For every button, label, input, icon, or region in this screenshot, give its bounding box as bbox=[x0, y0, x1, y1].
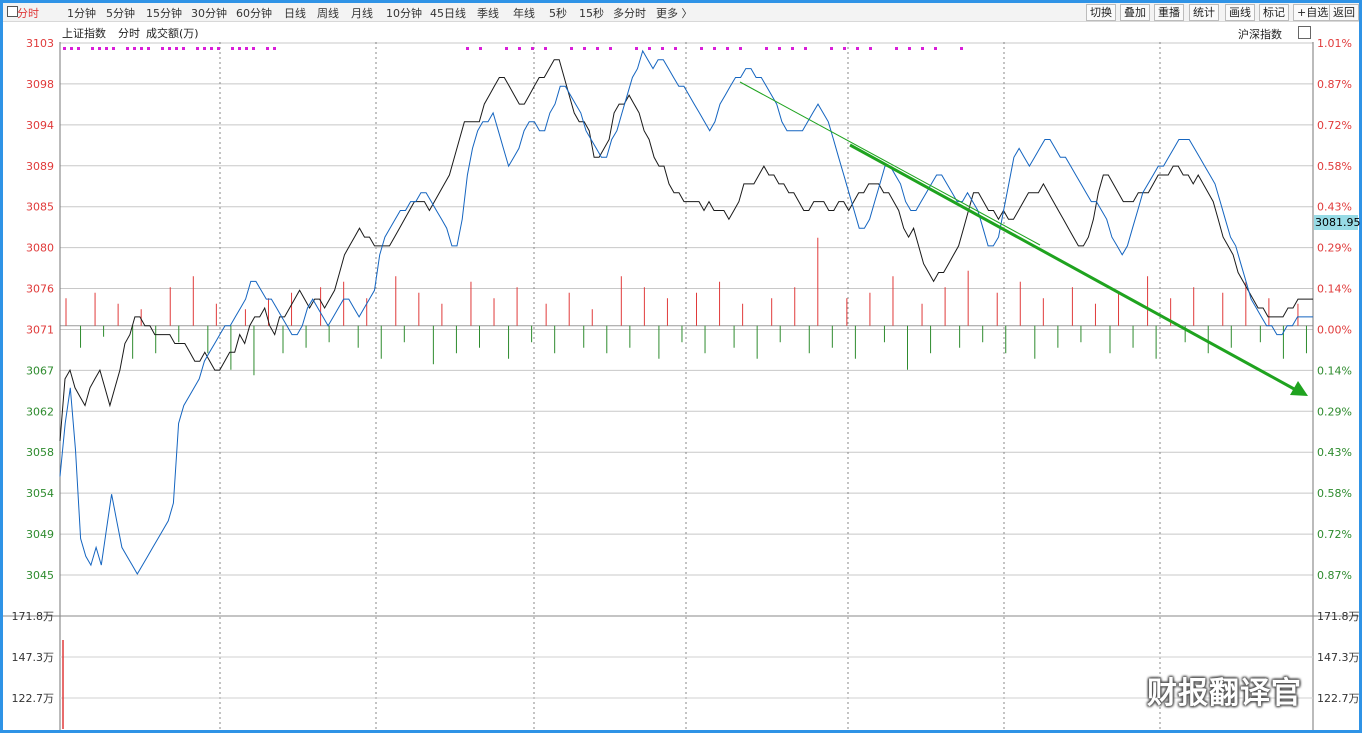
signal-marker bbox=[231, 47, 234, 50]
y-pct-tick-label: 0.29% bbox=[1317, 242, 1352, 255]
watermark: 财报翻译官 bbox=[1147, 676, 1302, 711]
signal-marker bbox=[245, 47, 248, 50]
signal-marker bbox=[700, 47, 703, 50]
signal-marker bbox=[196, 47, 199, 50]
y-pct-tick-label: 0.87% bbox=[1317, 569, 1352, 582]
signal-marker bbox=[596, 47, 599, 50]
signal-marker bbox=[713, 47, 716, 50]
signal-marker bbox=[739, 47, 742, 50]
signal-marker bbox=[635, 47, 638, 50]
y-pct-tick-label: 0.72% bbox=[1317, 528, 1352, 541]
signal-marker bbox=[91, 47, 94, 50]
signal-marker bbox=[726, 47, 729, 50]
signal-marker bbox=[778, 47, 781, 50]
y-tick-label: 3089 bbox=[26, 160, 54, 173]
signal-marker bbox=[98, 47, 101, 50]
y-pct-tick-label: 0.43% bbox=[1317, 446, 1352, 459]
trend-line-thin bbox=[739, 81, 1041, 246]
y-tick-label: 3045 bbox=[26, 569, 54, 582]
signal-marker bbox=[609, 47, 612, 50]
signal-marker bbox=[273, 47, 276, 50]
signal-marker bbox=[203, 47, 206, 50]
y-pct-tick-label: 0.14% bbox=[1317, 283, 1352, 296]
volume-tick-label-right: 147.3万 bbox=[1317, 651, 1360, 664]
y-pct-tick-label: 0.58% bbox=[1317, 160, 1352, 173]
signal-marker bbox=[105, 47, 108, 50]
signal-marker bbox=[252, 47, 255, 50]
y-pct-tick-label: 1.01% bbox=[1317, 37, 1352, 50]
volume-tick-label-right: 171.8万 bbox=[1317, 610, 1360, 623]
y-pct-tick-label: 0.43% bbox=[1317, 201, 1352, 214]
volume-tick-label: 122.7万 bbox=[12, 692, 55, 705]
signal-marker bbox=[960, 47, 963, 50]
signal-marker bbox=[869, 47, 872, 50]
y-tick-label: 3103 bbox=[26, 37, 54, 50]
signal-marker bbox=[133, 47, 136, 50]
signal-marker bbox=[217, 47, 220, 50]
volume-tick-label-right: 122.7万 bbox=[1317, 692, 1360, 705]
signal-marker bbox=[895, 47, 898, 50]
signal-marker bbox=[505, 47, 508, 50]
current-value-tag: 3081.95 bbox=[1314, 215, 1361, 230]
signal-marker bbox=[830, 47, 833, 50]
y-pct-tick-label: 0.00% bbox=[1317, 323, 1352, 336]
signal-marker bbox=[804, 47, 807, 50]
signal-marker bbox=[210, 47, 213, 50]
signal-marker bbox=[648, 47, 651, 50]
signal-marker bbox=[531, 47, 534, 50]
y-tick-label: 3094 bbox=[26, 119, 54, 132]
y-pct-tick-label: 0.14% bbox=[1317, 364, 1352, 377]
signal-marker bbox=[674, 47, 677, 50]
signal-marker bbox=[921, 47, 924, 50]
signal-marker bbox=[147, 47, 150, 50]
signal-marker bbox=[479, 47, 482, 50]
y-tick-label: 3076 bbox=[26, 283, 54, 296]
trend-arrow bbox=[849, 143, 1297, 392]
y-pct-tick-label: 0.72% bbox=[1317, 119, 1352, 132]
signal-marker bbox=[466, 47, 469, 50]
y-tick-label: 3067 bbox=[26, 364, 54, 377]
signal-marker bbox=[661, 47, 664, 50]
intraday-chart[interactable]: 3103 1.01% 3098 0.87% 3094 0.72% 3089 0.58% 3085… bbox=[0, 0, 1362, 733]
y-tick-label: 3054 bbox=[26, 487, 54, 500]
signal-marker bbox=[175, 47, 178, 50]
y-tick-label: 3058 bbox=[26, 446, 54, 459]
signal-marker bbox=[112, 47, 115, 50]
signal-marker bbox=[934, 47, 937, 50]
signal-marker bbox=[238, 47, 241, 50]
y-tick-label: 3098 bbox=[26, 78, 54, 91]
signal-marker bbox=[126, 47, 129, 50]
signal-marker bbox=[765, 47, 768, 50]
signal-marker bbox=[77, 47, 80, 50]
y-pct-tick-label: 0.29% bbox=[1317, 405, 1352, 418]
signal-marker bbox=[266, 47, 269, 50]
signal-marker bbox=[70, 47, 73, 50]
signal-marker bbox=[140, 47, 143, 50]
volume-tick-label: 147.3万 bbox=[12, 651, 55, 664]
signal-marker bbox=[168, 47, 171, 50]
y-tick-label: 3080 bbox=[26, 242, 54, 255]
signal-marker bbox=[544, 47, 547, 50]
signal-marker bbox=[791, 47, 794, 50]
y-tick-label: 3062 bbox=[26, 405, 54, 418]
signal-marker bbox=[518, 47, 521, 50]
y-tick-label: 3071 bbox=[26, 323, 54, 336]
signal-marker bbox=[570, 47, 573, 50]
signal-marker bbox=[908, 47, 911, 50]
signal-marker bbox=[182, 47, 185, 50]
signal-marker bbox=[63, 47, 66, 50]
y-tick-label: 3085 bbox=[26, 201, 54, 214]
signal-marker bbox=[583, 47, 586, 50]
y-pct-tick-label: 0.87% bbox=[1317, 78, 1352, 91]
y-tick-label: 3049 bbox=[26, 528, 54, 541]
y-pct-tick-label: 0.58% bbox=[1317, 487, 1352, 500]
signal-marker bbox=[856, 47, 859, 50]
signal-marker bbox=[161, 47, 164, 50]
signal-marker bbox=[843, 47, 846, 50]
volume-tick-label: 171.8万 bbox=[12, 610, 55, 623]
